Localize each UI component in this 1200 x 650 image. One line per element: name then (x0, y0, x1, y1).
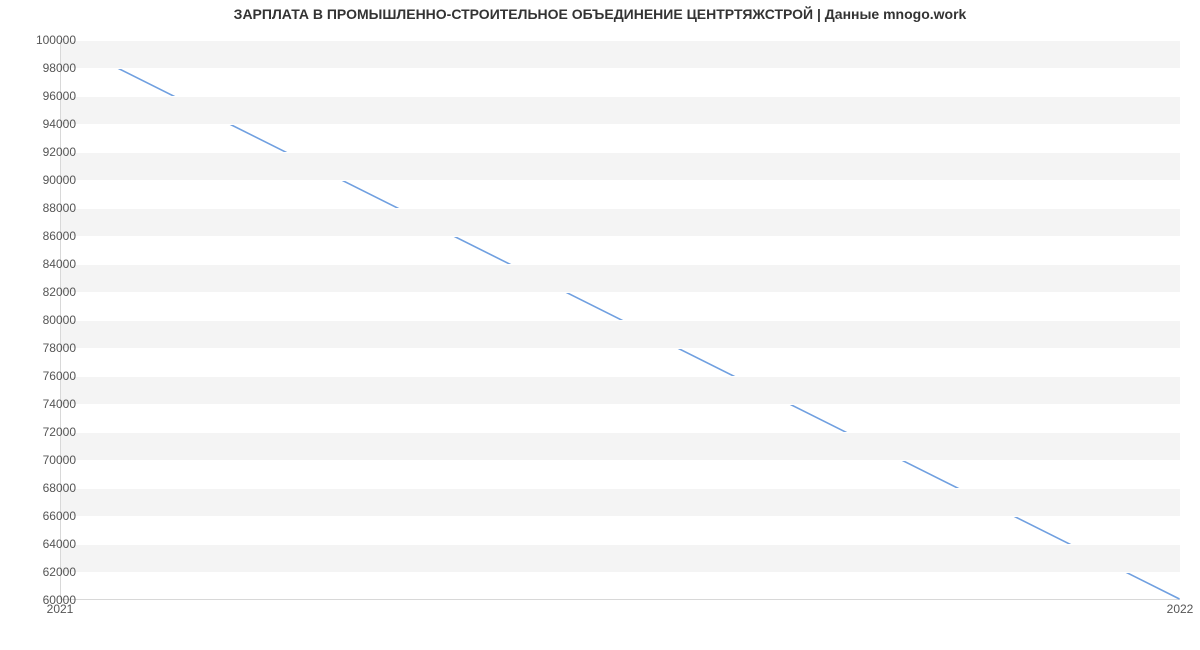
gridline-y (61, 264, 1180, 265)
gridline-y (61, 516, 1180, 517)
grid-band (61, 376, 1180, 404)
grid-band (61, 544, 1180, 572)
grid-band (61, 208, 1180, 236)
gridline-y (61, 124, 1180, 125)
grid-band (61, 152, 1180, 180)
grid-band (61, 40, 1180, 68)
y-tick-label: 82000 (26, 285, 76, 299)
gridline-y (61, 208, 1180, 209)
gridline-y (61, 180, 1180, 181)
y-tick-label: 84000 (26, 257, 76, 271)
x-tick-label: 2022 (1167, 602, 1194, 616)
gridline-y (61, 404, 1180, 405)
gridline-y (61, 40, 1180, 41)
gridline-y (61, 544, 1180, 545)
gridline-y (61, 292, 1180, 293)
plot-area (60, 40, 1180, 600)
y-tick-label: 88000 (26, 201, 76, 215)
gridline-y (61, 432, 1180, 433)
gridline-y (61, 600, 1180, 601)
y-tick-label: 64000 (26, 537, 76, 551)
y-tick-label: 66000 (26, 509, 76, 523)
y-tick-label: 96000 (26, 89, 76, 103)
y-tick-label: 76000 (26, 369, 76, 383)
gridline-y (61, 320, 1180, 321)
gridline-y (61, 236, 1180, 237)
grid-band (61, 432, 1180, 460)
y-tick-label: 68000 (26, 481, 76, 495)
gridline-y (61, 376, 1180, 377)
chart-title: ЗАРПЛАТА В ПРОМЫШЛЕННО-СТРОИТЕЛЬНОЕ ОБЪЕ… (0, 6, 1200, 22)
grid-band (61, 320, 1180, 348)
chart-container: ЗАРПЛАТА В ПРОМЫШЛЕННО-СТРОИТЕЛЬНОЕ ОБЪЕ… (0, 0, 1200, 650)
y-tick-label: 62000 (26, 565, 76, 579)
y-tick-label: 98000 (26, 61, 76, 75)
y-tick-label: 78000 (26, 341, 76, 355)
y-tick-label: 90000 (26, 173, 76, 187)
y-tick-label: 70000 (26, 453, 76, 467)
y-tick-label: 100000 (26, 33, 76, 47)
x-tick-label: 2021 (47, 602, 74, 616)
y-tick-label: 72000 (26, 425, 76, 439)
gridline-y (61, 152, 1180, 153)
gridline-y (61, 68, 1180, 69)
y-tick-label: 74000 (26, 397, 76, 411)
grid-band (61, 488, 1180, 516)
y-tick-label: 80000 (26, 313, 76, 327)
gridline-y (61, 348, 1180, 349)
gridline-y (61, 572, 1180, 573)
y-tick-label: 92000 (26, 145, 76, 159)
y-tick-label: 86000 (26, 229, 76, 243)
y-tick-label: 94000 (26, 117, 76, 131)
grid-band (61, 96, 1180, 124)
grid-band (61, 264, 1180, 292)
gridline-y (61, 488, 1180, 489)
gridline-y (61, 96, 1180, 97)
gridline-y (61, 460, 1180, 461)
